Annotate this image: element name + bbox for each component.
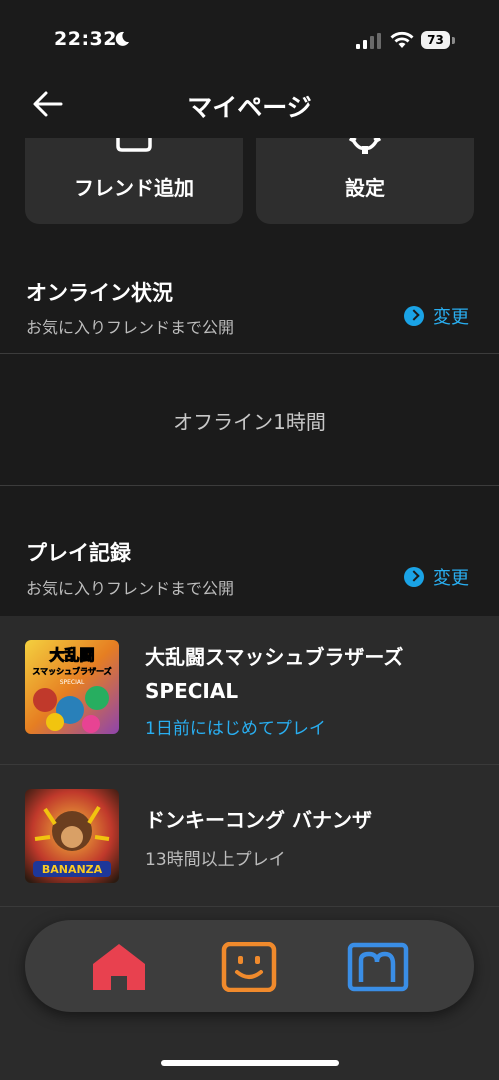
chevron-right-icon <box>404 567 424 587</box>
friend-add-label: フレンド追加 <box>74 176 194 200</box>
online-status-change-label: 変更 <box>433 307 469 328</box>
svg-text:大乱闘: 大乱闘 <box>49 646 94 664</box>
play-record-change-button[interactable]: 変更 <box>404 565 469 589</box>
page-title: マイページ <box>187 93 312 122</box>
list-item[interactable]: BANANZA ドンキーコング バナンザ 13時間以上プレイ <box>0 765 499 905</box>
game-thumbnail: BANANZA <box>25 789 119 883</box>
donkey-kong-bananza-art: BANANZA <box>25 789 119 883</box>
chevron-right-icon <box>404 306 424 326</box>
page-header: マイページ <box>0 80 499 138</box>
online-status-subtitle: お気に入りフレンドまで公開 <box>26 318 235 337</box>
game-thumbnail: 大乱闘 スマッシュブラザーズ SPECIAL <box>25 640 119 734</box>
battery-indicator: 73 <box>421 31 455 49</box>
settings-label: 設定 <box>345 176 385 200</box>
svg-text:SPECIAL: SPECIAL <box>60 679 85 686</box>
online-status-title: オンライン状況 <box>26 281 173 305</box>
status-time: 22:32 <box>54 28 117 50</box>
battery-level: 73 <box>421 31 450 49</box>
svg-text:スマッシュブラザーズ: スマッシュブラザーズ <box>32 666 111 676</box>
play-record-change-label: 変更 <box>433 568 469 589</box>
game-play-status: 13時間以上プレイ <box>145 850 286 870</box>
bottom-nav <box>25 920 474 1012</box>
smash-bros-art: 大乱闘 スマッシュブラザーズ SPECIAL <box>25 640 119 734</box>
online-status-text: オフライン1時間 <box>173 410 326 434</box>
game-play-status: 1日前にはじめてプレイ <box>145 719 326 739</box>
status-bar: 22:32 73 <box>0 0 499 80</box>
home-icon[interactable] <box>91 942 147 992</box>
divider <box>0 353 499 354</box>
wifi-icon <box>390 31 414 48</box>
divider <box>0 485 499 486</box>
moon-icon <box>115 31 129 46</box>
svg-text:BANANZA: BANANZA <box>42 863 103 876</box>
online-status-change-button[interactable]: 変更 <box>404 304 469 328</box>
friend-face-icon[interactable] <box>221 942 277 992</box>
list-item[interactable]: 大乱闘 スマッシュブラザーズ SPECIAL 大乱闘スマッシュブラザーズ SPE… <box>0 616 499 764</box>
game-title: ドンキーコング バナンザ <box>145 808 372 832</box>
battery-tip <box>452 37 455 44</box>
play-record-subtitle: お気に入りフレンドまで公開 <box>26 579 235 598</box>
divider <box>0 906 499 907</box>
home-indicator <box>161 1060 339 1066</box>
cellular-signal-icon <box>356 33 381 49</box>
play-record-title: プレイ記録 <box>26 541 131 565</box>
game-title: 大乱闘スマッシュブラザーズ SPECIAL <box>145 645 404 703</box>
news-icon[interactable] <box>347 942 409 992</box>
